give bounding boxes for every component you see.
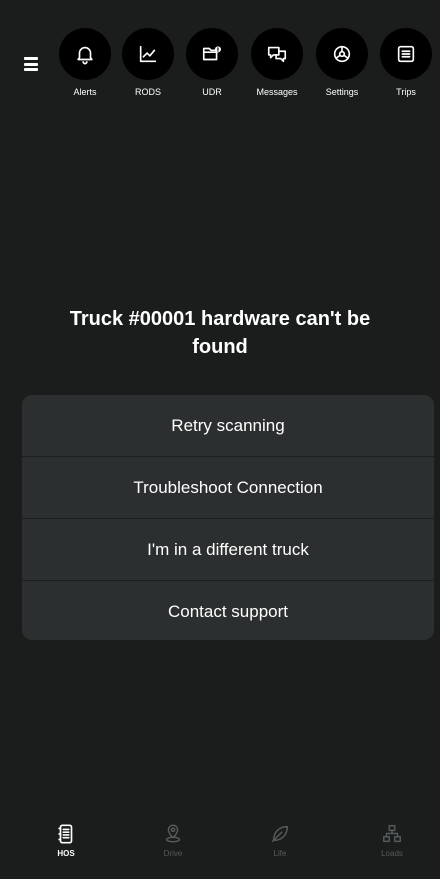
toolbar-messages-circle <box>251 28 303 80</box>
toolbar-trips-circle <box>380 28 432 80</box>
line-chart-icon <box>139 45 157 63</box>
menu-line <box>24 57 38 60</box>
gear-icon <box>333 45 351 63</box>
nav-label-hos: HOS <box>57 849 75 858</box>
nav-label-drive: Drive <box>163 849 183 858</box>
menu-line <box>24 68 38 71</box>
options-card: Retry scanning Troubleshoot Connection I… <box>22 395 434 640</box>
hardware-not-found-title: Truck #00001 hardware can't be found <box>69 308 371 358</box>
nav-item-hos[interactable]: HOS <box>36 823 96 858</box>
nav-item-drive[interactable]: Drive <box>143 823 203 858</box>
toolbar-messages-button[interactable]: Messages <box>249 28 305 97</box>
folder-alert-icon <box>202 46 221 61</box>
menu-line <box>24 62 38 66</box>
toolbar-alerts-label: Alerts <box>73 87 97 97</box>
toolbar-trips-label: Trips <box>396 87 416 97</box>
chat-bubbles-icon <box>267 46 287 63</box>
bell-icon <box>77 46 93 65</box>
troubleshoot-connection-button[interactable]: Troubleshoot Connection <box>22 457 434 519</box>
toolbar-udr-label: UDR <box>202 87 222 97</box>
toolbar-rods-circle <box>122 28 174 80</box>
toolbar-udr-circle <box>186 28 238 80</box>
toolbar-settings-circle <box>316 28 368 80</box>
nav-item-life[interactable]: Life <box>250 823 310 858</box>
toolbar-rods-button[interactable]: RODS <box>120 28 176 97</box>
nav-label-loads: Loads <box>381 849 403 858</box>
map-pin-icon <box>165 824 181 843</box>
contact-support-button[interactable]: Contact support <box>22 581 434 640</box>
top-toolbar: Alerts RODS UDR Messages Settings Trips <box>0 14 440 104</box>
toolbar-alerts-circle <box>59 28 111 80</box>
leaf-icon <box>271 825 289 843</box>
toolbar-settings-button[interactable]: Settings <box>314 28 370 97</box>
toolbar-udr-button[interactable]: UDR <box>184 28 240 97</box>
bottom-nav: HOS Drive Life Loads <box>0 821 440 879</box>
nav-label-life: Life <box>273 849 287 858</box>
toolbar-rods-label: RODS <box>134 87 161 97</box>
list-card-icon <box>397 45 415 63</box>
nav-item-loads[interactable]: Loads <box>362 823 422 858</box>
hamburger-menu-button[interactable] <box>24 57 38 71</box>
different-truck-button[interactable]: I'm in a different truck <box>22 519 434 581</box>
network-icon <box>383 825 401 843</box>
toolbar-messages-label: Messages <box>256 87 298 97</box>
toolbar-alerts-button[interactable]: Alerts <box>57 28 113 97</box>
logbook-icon <box>58 824 73 844</box>
toolbar-settings-label: Settings <box>325 87 359 97</box>
retry-scanning-button[interactable]: Retry scanning <box>22 395 434 457</box>
toolbar-trips-button[interactable]: Trips <box>378 28 434 97</box>
app-screen: Alerts RODS UDR Messages Settings Trips … <box>0 0 440 879</box>
